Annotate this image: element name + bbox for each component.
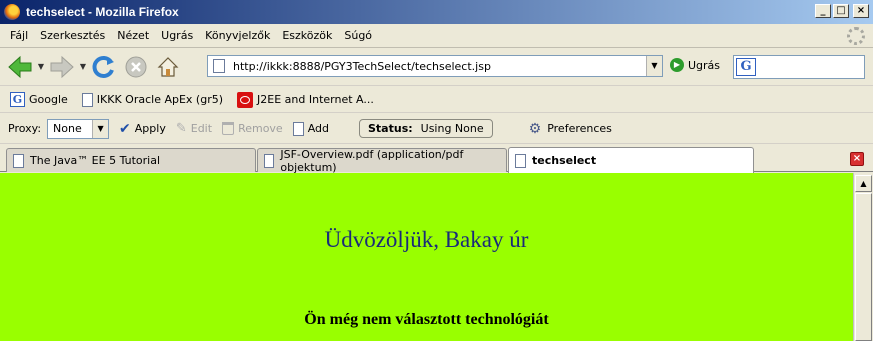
tab-techselect[interactable]: techselect [508, 147, 754, 173]
apply-button[interactable]: ✔ Apply [119, 121, 166, 137]
stop-button[interactable] [120, 51, 152, 83]
scroll-thumb[interactable] [855, 193, 872, 341]
close-tab-icon[interactable]: × [850, 152, 864, 166]
remove-label: Remove [238, 122, 283, 135]
page-icon [515, 153, 526, 168]
tab-label: JSF-Overview.pdf (application/pdf objekt… [280, 147, 464, 174]
proxy-select-value: None [53, 122, 82, 135]
bookmark-ikkk-oracle-apex[interactable]: IKKK Oracle ApEx (gr5) [81, 92, 224, 107]
new-page-icon [292, 121, 304, 136]
apply-label: Apply [134, 122, 166, 135]
menu-tools[interactable]: Eszközök [276, 29, 338, 42]
forward-button[interactable] [46, 51, 78, 83]
minimize-button[interactable]: _ [815, 4, 831, 18]
status-label: Status: [368, 122, 413, 135]
window-controls: _ □ × [815, 4, 869, 18]
menu-bookmarks[interactable]: Könyvjelzők [199, 29, 276, 42]
preferences-button[interactable]: ⚙ Preferences [529, 121, 612, 137]
reload-button[interactable] [88, 51, 120, 83]
home-icon [157, 56, 179, 77]
url-input[interactable]: http://ikkk:8888/PGY3TechSelect/techsele… [233, 60, 646, 73]
window-title: techselect - Mozilla Firefox [26, 5, 179, 19]
proxy-select[interactable]: None ▼ [47, 118, 110, 139]
oracle-icon [237, 91, 254, 108]
edit-label: Edit [190, 122, 213, 135]
title-bar: techselect - Mozilla Firefox _ □ × [0, 0, 873, 24]
scroll-up-arrow-icon[interactable]: ▲ [855, 175, 872, 192]
page-icon [213, 59, 225, 73]
go-label: Ugrás [688, 58, 721, 72]
reload-icon [92, 55, 114, 78]
pencil-icon: ✎ [175, 121, 187, 136]
no-selection-message: Ön még nem választott technológiát [304, 311, 549, 328]
forward-history-dropdown[interactable]: ▼ [78, 62, 88, 71]
maximize-button[interactable]: □ [833, 4, 849, 18]
add-button[interactable]: Add [292, 121, 329, 136]
page-icon [13, 153, 24, 168]
tab-bar: The Java™ EE 5 Tutorial JSF-Overview.pdf… [0, 145, 873, 174]
navigation-toolbar: ▼ ▼ http://ikkk:8888/PGY3TechSelect/tech… [0, 48, 873, 86]
google-search-engine-icon[interactable]: G [736, 58, 756, 76]
go-arrow-icon: ▶ [670, 58, 684, 72]
page-icon [81, 92, 93, 107]
vertical-scrollbar[interactable]: ▲ [853, 173, 873, 341]
proxy-label: Proxy: [8, 122, 42, 135]
forward-arrow-icon [50, 55, 74, 78]
stop-icon [125, 56, 147, 77]
close-window-button[interactable]: × [853, 4, 869, 18]
gear-icon: ⚙ [528, 120, 542, 137]
go-button[interactable]: ▶ Ugrás [670, 58, 720, 72]
firefox-icon [4, 4, 20, 20]
proxy-toolbar: Proxy: None ▼ ✔ Apply ✎ Edit Remove Add … [0, 114, 873, 144]
home-button[interactable] [152, 51, 184, 83]
back-history-dropdown[interactable]: ▼ [36, 62, 46, 71]
menu-go[interactable]: Ugrás [155, 29, 199, 42]
search-box[interactable]: G [733, 55, 865, 79]
tab-java-ee-tutorial[interactable]: The Java™ EE 5 Tutorial [6, 148, 256, 172]
preferences-label: Preferences [547, 122, 612, 135]
bookmark-label: IKKK Oracle ApEx (gr5) [96, 93, 224, 106]
throbber-icon [847, 27, 865, 45]
tab-jsf-overview[interactable]: JSF-Overview.pdf (application/pdf objekt… [257, 147, 507, 174]
bookmark-j2ee[interactable]: J2EE and Internet A... [237, 91, 374, 108]
status-value: Using None [420, 122, 484, 135]
bookmark-label: J2EE and Internet A... [257, 93, 374, 106]
bookmark-google[interactable]: G Google [10, 92, 68, 107]
menu-bar: Fájl Szerkesztés Nézet Ugrás Könyvjelzők… [0, 24, 873, 48]
menu-file[interactable]: Fájl [4, 29, 34, 42]
menu-edit[interactable]: Szerkesztés [34, 29, 111, 42]
edit-button[interactable]: ✎ Edit [176, 121, 212, 136]
menu-help[interactable]: Súgó [338, 29, 378, 42]
tab-label: techselect [532, 154, 597, 167]
menu-view[interactable]: Nézet [111, 29, 155, 42]
bookmark-label: Google [29, 93, 68, 106]
bookmarks-toolbar: G Google IKKK Oracle ApEx (gr5) J2EE and… [0, 87, 873, 113]
page-icon [264, 153, 275, 168]
chevron-down-icon[interactable]: ▼ [92, 119, 109, 138]
remove-button[interactable]: Remove [222, 122, 283, 135]
url-bar[interactable]: http://ikkk:8888/PGY3TechSelect/techsele… [207, 55, 663, 77]
page-content: Üdvözöljük, Bakay úr Ön még nem választo… [0, 173, 853, 341]
tab-label: The Java™ EE 5 Tutorial [30, 154, 161, 167]
welcome-heading: Üdvözöljük, Bakay úr [324, 227, 529, 252]
google-icon: G [10, 92, 25, 107]
back-arrow-icon [8, 55, 32, 78]
add-label: Add [307, 122, 329, 135]
back-button[interactable] [4, 51, 36, 83]
checkmark-icon: ✔ [119, 120, 131, 137]
trash-icon [222, 122, 235, 135]
status-indicator[interactable]: Status: Using None [359, 119, 493, 138]
url-history-dropdown[interactable]: ▼ [646, 56, 662, 76]
